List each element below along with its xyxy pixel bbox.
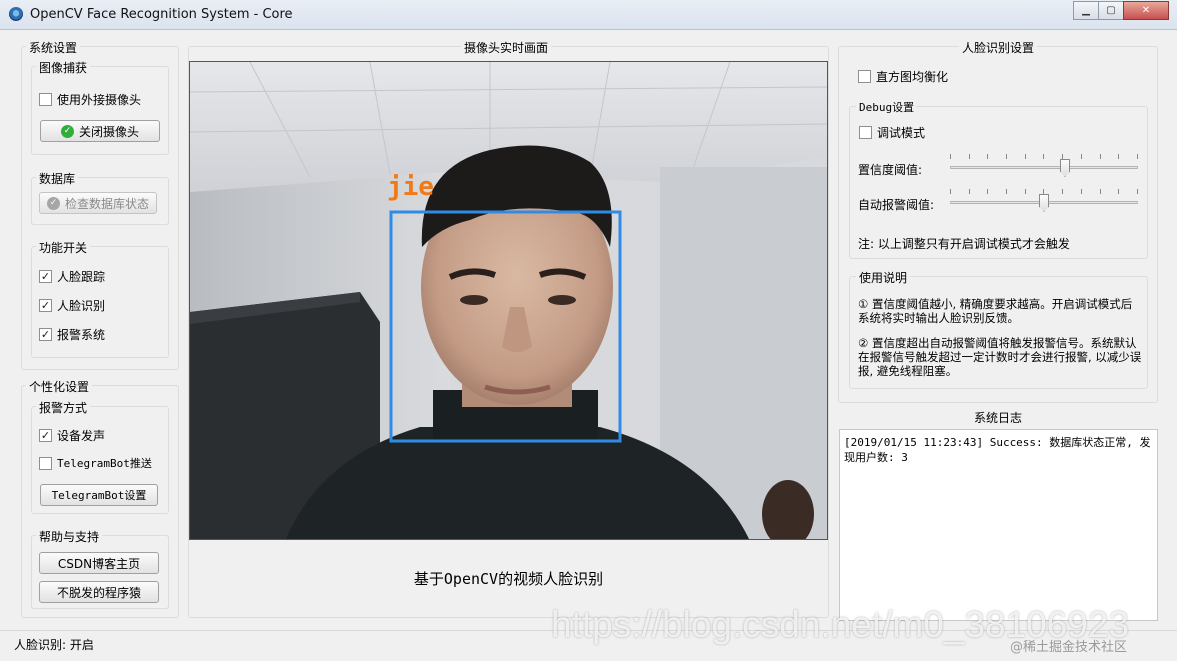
histogram-label: 直方图均衡化 xyxy=(876,70,949,84)
personalization-title: 个性化设置 xyxy=(26,378,93,395)
telegram-push-check-icon xyxy=(39,456,52,470)
window-title: OpenCV Face Recognition System - Core xyxy=(30,7,293,22)
face-tracking-checkbox[interactable]: ✓ 人脸跟踪 xyxy=(39,268,105,285)
alarm-method-group: 报警方式 ✓ 设备发声 TelegramBot推送 TelegramBot设置 xyxy=(31,399,169,514)
system-log-panel[interactable]: [2019/01/15 11:23:43] Success: 数据库状态正常, … xyxy=(839,429,1158,621)
histogram-equalization-checkbox[interactable]: 直方图均衡化 xyxy=(858,68,948,85)
camera-view-title: 摄像头实时画面 xyxy=(461,39,552,56)
maximize-button[interactable]: ▢ xyxy=(1098,1,1124,20)
alarm-method-title: 报警方式 xyxy=(36,399,91,416)
debug-settings-title: Debug设置 xyxy=(856,99,918,115)
check-icon: ✓ xyxy=(39,270,52,283)
features-group: 功能开关 ✓ 人脸跟踪 ✓ 人脸识别 ✓ 报警系统 xyxy=(31,239,169,358)
usage-instructions-title: 使用说明 xyxy=(856,269,911,286)
close-camera-button[interactable]: ✓ 关闭摄像头 xyxy=(40,120,160,142)
check-database-label: 检查数据库状态 xyxy=(64,196,149,211)
confidence-threshold-label: 置信度阈值: xyxy=(858,163,923,177)
slider-track xyxy=(950,166,1138,169)
check-icon: ✓ xyxy=(39,328,52,341)
features-title: 功能开关 xyxy=(36,239,91,256)
face-settings-title: 人脸识别设置 xyxy=(959,39,1038,56)
system-log-title: 系统日志 xyxy=(973,411,1022,425)
check-icon: ✓ xyxy=(39,429,52,442)
telegram-push-checkbox[interactable]: TelegramBot推送 xyxy=(39,455,152,471)
database-title: 数据库 xyxy=(36,170,79,187)
status-text: 人脸识别: 开启 xyxy=(14,638,94,652)
face-tracking-label: 人脸跟踪 xyxy=(57,270,106,284)
image-capture-title: 图像捕获 xyxy=(36,59,91,76)
check-icon: ✓ xyxy=(39,299,52,312)
alarm-threshold-label: 自动报警阈值: xyxy=(858,198,935,212)
telegram-settings-button[interactable]: TelegramBot设置 xyxy=(40,484,158,506)
csdn-blog-button[interactable]: CSDN博客主页 xyxy=(39,552,159,574)
telegram-push-label: TelegramBot推送 xyxy=(57,457,152,470)
device-sound-label: 设备发声 xyxy=(57,429,106,443)
alarm-system-label: 报警系统 xyxy=(57,328,106,342)
close-camera-label: 关闭摄像头 xyxy=(78,124,139,139)
check-circle-icon: ✓ xyxy=(46,196,60,210)
camera-caption: 基于OpenCV的视频人脸识别 xyxy=(413,570,604,588)
database-group: 数据库 ✓ 检查数据库状态 xyxy=(31,170,169,225)
minimize-button[interactable]: ▁ xyxy=(1073,1,1099,20)
log-entry: [2019/01/15 11:23:43] Success: 数据库状态正常, … xyxy=(844,436,1151,464)
close-window-button[interactable]: ✕ xyxy=(1123,1,1169,20)
help-support-group: 帮助与支持 CSDN博客主页 不脱发的程序猿 xyxy=(31,528,169,609)
histogram-check-icon xyxy=(858,70,871,83)
camera-feed: jie xyxy=(189,61,828,540)
confidence-threshold-slider[interactable] xyxy=(950,154,1138,182)
help-support-title: 帮助与支持 xyxy=(36,528,103,545)
face-recognition-checkbox[interactable]: ✓ 人脸识别 xyxy=(39,297,105,314)
external-camera-label: 使用外接摄像头 xyxy=(57,93,142,107)
title-bar[interactable]: OpenCV Face Recognition System - Core ▁ … xyxy=(0,0,1177,30)
check-circle-icon: ✓ xyxy=(60,124,74,138)
debug-mode-checkbox[interactable]: 调试模式 xyxy=(859,124,925,141)
app-webcam-icon xyxy=(9,7,23,21)
face-recognition-label: 人脸识别 xyxy=(57,299,106,313)
alarm-system-checkbox[interactable]: ✓ 报警系统 xyxy=(39,326,105,343)
debug-mode-label: 调试模式 xyxy=(877,126,926,140)
external-camera-checkbox[interactable]: 使用外接摄像头 xyxy=(39,91,141,108)
debug-settings-group: Debug设置 调试模式 置信度阈值: 自动报警阈值: 注: 以上调整只有开启调… xyxy=(849,99,1148,259)
usage-instructions-group: 使用说明 ① 置信度阈值越小, 精确度要求越高。开启调试模式后系统将实时输出人脸… xyxy=(849,269,1148,389)
device-sound-checkbox[interactable]: ✓ 设备发声 xyxy=(39,427,105,444)
usage-paragraph-1: ① 置信度阈值越小, 精确度要求越高。开启调试模式后系统将实时输出人脸识别反馈。 xyxy=(858,297,1133,325)
face-name-label: jie xyxy=(387,172,434,202)
usage-paragraph-2: ② 置信度超出自动报警阈值将触发报警信号。系统默认在报警信号触发超过一定计数时才… xyxy=(858,336,1142,378)
author-button[interactable]: 不脱发的程序猿 xyxy=(39,581,159,603)
system-settings-title: 系统设置 xyxy=(26,39,81,56)
slider-ticks xyxy=(950,154,1138,160)
watermark-credit: @稀土掘金技术社区 xyxy=(1010,640,1128,655)
external-camera-check-icon xyxy=(39,93,52,106)
check-database-button[interactable]: ✓ 检查数据库状态 xyxy=(39,192,157,214)
slider-thumb[interactable] xyxy=(1039,194,1049,212)
window-controls: ▁ ▢ ✕ xyxy=(1073,1,1169,20)
image-capture-group: 图像捕获 使用外接摄像头 ✓ 关闭摄像头 xyxy=(31,59,169,155)
slider-thumb[interactable] xyxy=(1060,159,1070,177)
camera-frame-image xyxy=(190,62,827,539)
debug-note: 注: 以上调整只有开启调试模式才会触发 xyxy=(858,237,1070,251)
alarm-threshold-slider[interactable] xyxy=(950,189,1138,217)
debug-mode-check-icon xyxy=(859,126,872,139)
